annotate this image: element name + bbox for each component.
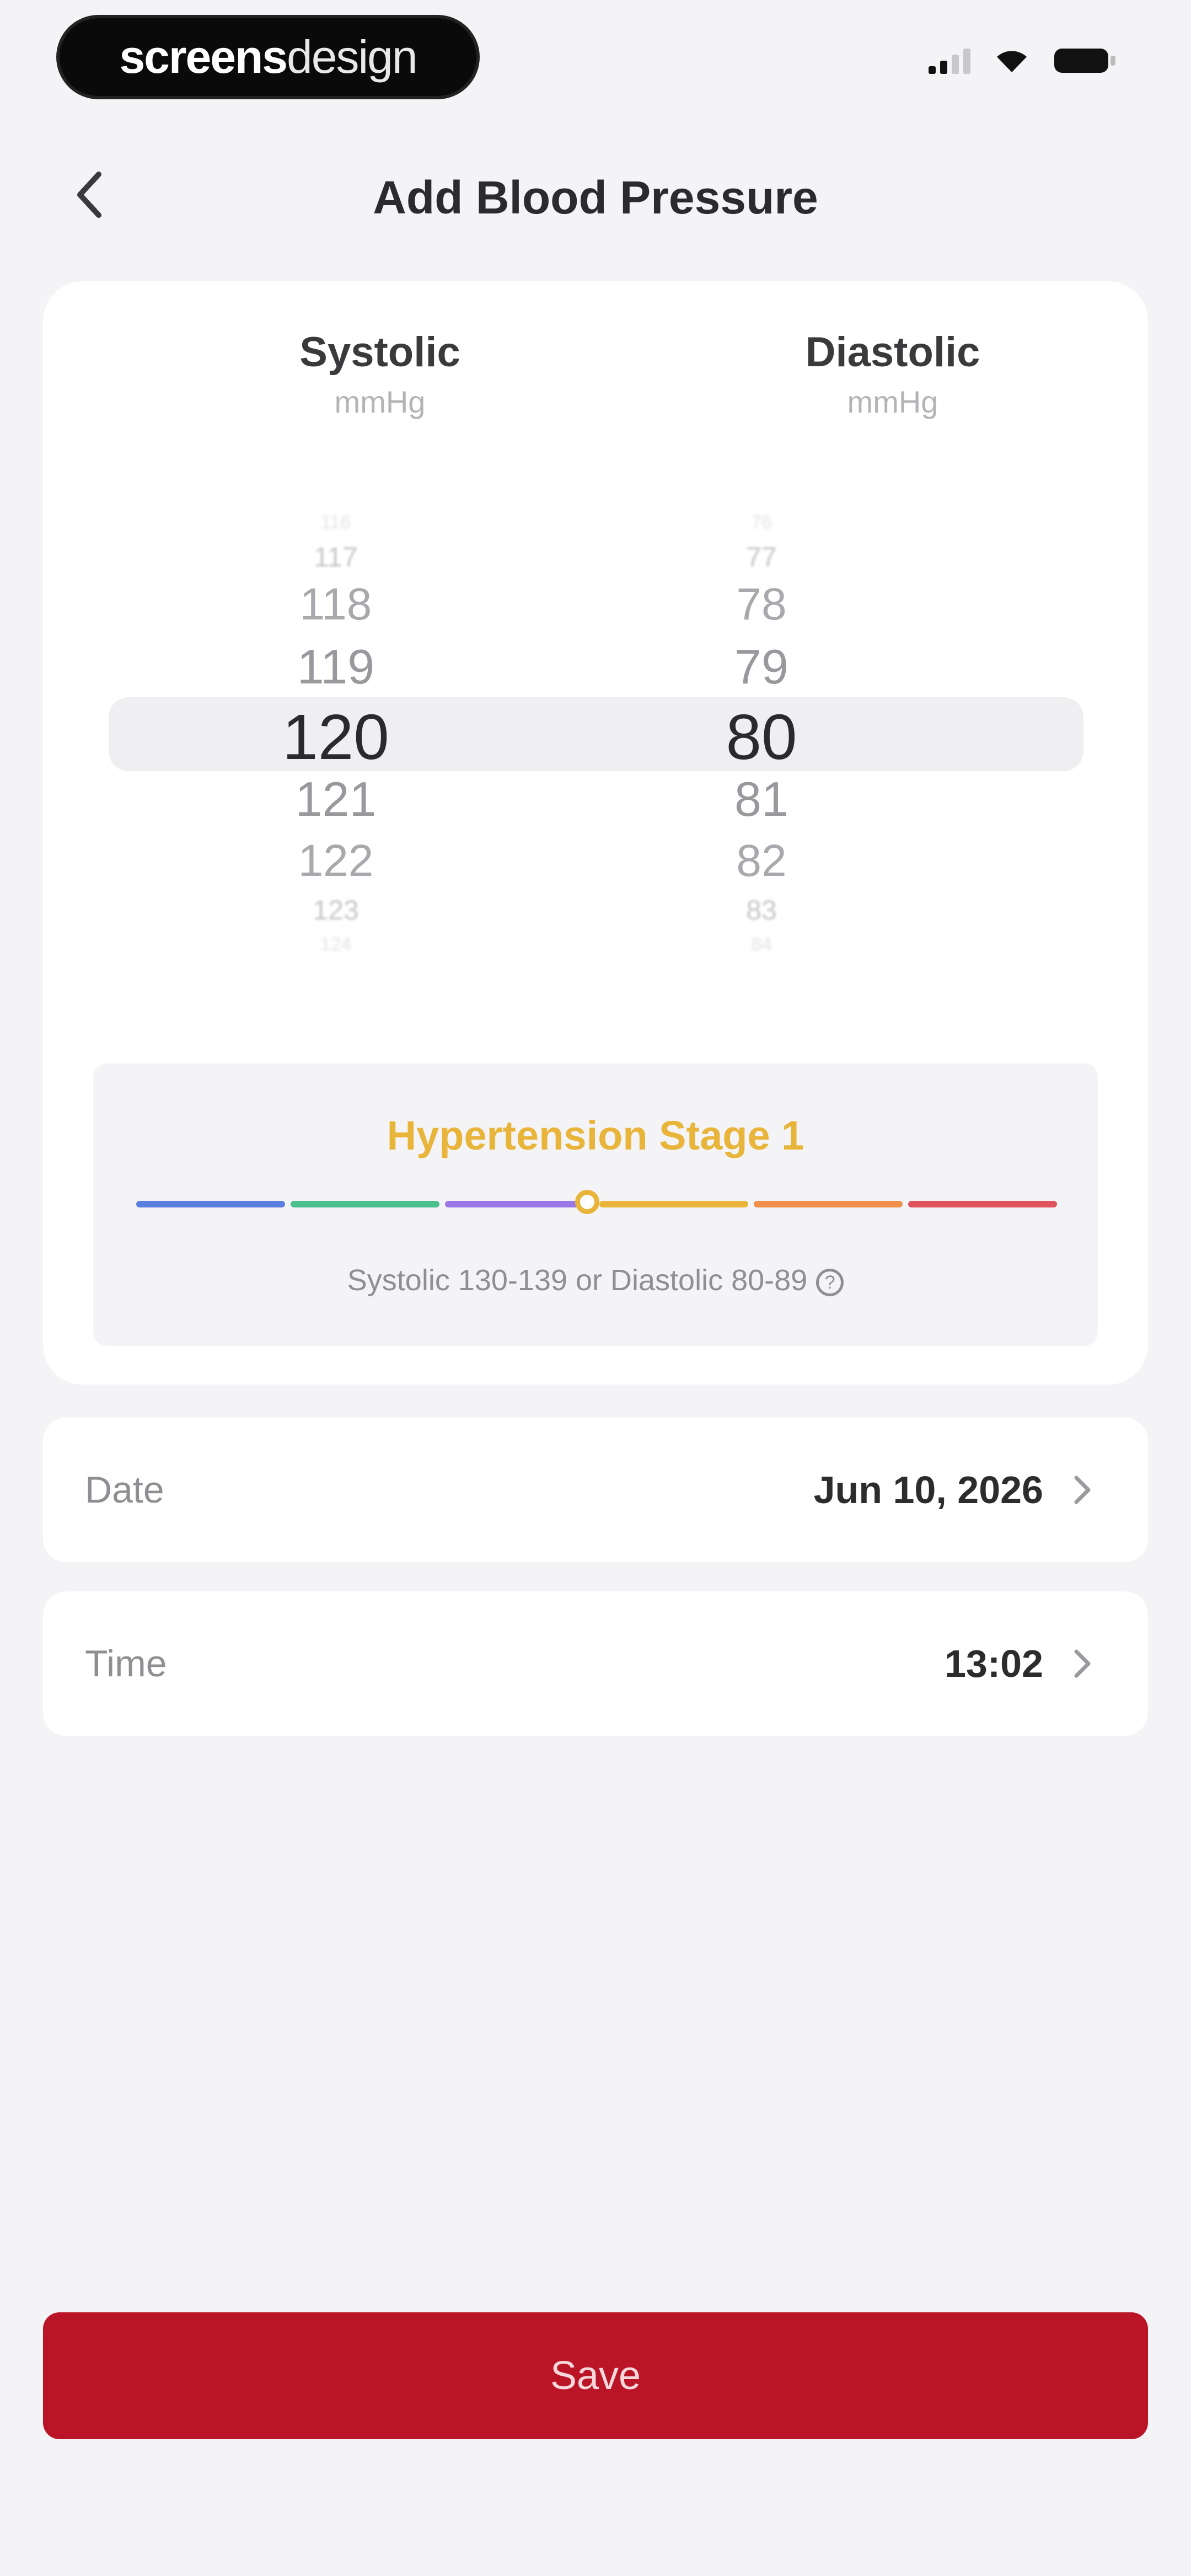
date-row[interactable]: Date Jun 10, 2026 <box>43 1418 1148 1562</box>
time-value: 13:02 <box>944 1642 1043 1685</box>
picker-value[interactable]: 77 <box>596 543 927 571</box>
chevron-right-icon <box>1074 1649 1091 1678</box>
stage-title: Hypertension Stage 1 <box>387 1113 804 1158</box>
picker-value[interactable]: 121 <box>170 775 501 824</box>
brand-text-light: design <box>287 31 418 83</box>
brand-text-bold: screens <box>119 31 288 83</box>
stage-indicator: Hypertension Stage 1 Systolic 130-139 or… <box>93 1063 1098 1346</box>
picker-value[interactable]: 123 <box>170 896 501 924</box>
stage-segment <box>599 1201 748 1207</box>
stage-segment <box>908 1201 1057 1207</box>
picker-value[interactable]: 78 <box>596 582 927 627</box>
picker-value[interactable]: 83 <box>596 896 927 924</box>
status-icons <box>929 46 1119 75</box>
picker-value-selected[interactable]: 120 <box>170 705 501 769</box>
status-bar: screens design <box>0 0 1191 110</box>
picker-value[interactable]: 124 <box>170 935 501 954</box>
picker-value[interactable]: 119 <box>170 643 501 691</box>
brand-logo: screens design <box>60 18 476 96</box>
navigation-header: Add Blood Pressure <box>0 154 1191 232</box>
stage-segment <box>136 1201 285 1207</box>
stage-segment <box>445 1201 594 1207</box>
stage-segment <box>291 1201 439 1207</box>
picker-value[interactable]: 82 <box>596 838 927 884</box>
info-icon[interactable]: ? <box>816 1268 844 1296</box>
picker-value[interactable]: 84 <box>596 935 927 954</box>
wifi-icon <box>995 48 1029 73</box>
picker-value[interactable]: 76 <box>596 513 927 532</box>
date-label: Date <box>85 1469 164 1511</box>
cellular-signal-icon <box>929 47 970 74</box>
date-value: Jun 10, 2026 <box>813 1468 1043 1511</box>
chevron-right-icon <box>1074 1476 1091 1504</box>
battery-icon <box>1053 46 1119 75</box>
time-label: Time <box>85 1643 167 1685</box>
picker-value[interactable]: 81 <box>596 775 927 824</box>
picker-value[interactable]: 118 <box>170 582 501 627</box>
picker-value[interactable]: 116 <box>170 513 501 532</box>
picker-value-selected[interactable]: 80 <box>596 705 927 769</box>
stage-marker <box>575 1190 600 1214</box>
stage-scale-bar <box>136 1190 1057 1214</box>
stage-segment <box>754 1201 903 1207</box>
page-title: Add Blood Pressure <box>373 172 818 223</box>
picker-value[interactable]: 117 <box>170 543 501 571</box>
save-button[interactable]: Save <box>43 2312 1148 2439</box>
picker-value[interactable]: 122 <box>170 838 501 884</box>
blood-pressure-card: Systolic mmHg Diastolic mmHg 116 117 118 11… <box>43 281 1148 1385</box>
picker-value[interactable]: 79 <box>596 643 927 691</box>
stage-description-row: Systolic 130-139 or Diastolic 80-89? <box>93 1263 1098 1297</box>
time-row[interactable]: Time 13:02 <box>43 1591 1148 1736</box>
stage-description: Systolic 130-139 or Diastolic 80-89 <box>347 1264 808 1297</box>
